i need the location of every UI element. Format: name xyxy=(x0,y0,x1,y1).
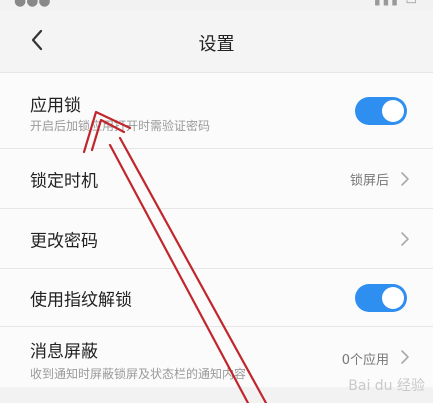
status-bar: ●●● ▮▮▮ ▭ xyxy=(0,0,433,10)
page-title: 设置 xyxy=(198,34,235,55)
setting-description: 收到通知时屏蔽锁屏及状态栏的通知内容 xyxy=(30,367,247,381)
watermark-logo: Bai du 经验 xyxy=(348,378,425,394)
setting-label: 消息屏蔽 xyxy=(30,342,98,362)
header: 设置 xyxy=(0,10,433,72)
chevron-right-icon xyxy=(401,231,409,246)
setting-value: 0个应用 xyxy=(341,353,389,368)
status-icons: ▮▮▮ ▭ xyxy=(374,0,419,7)
setting-value: 锁屏后 xyxy=(349,173,389,188)
setting-label: 更改密码 xyxy=(30,231,98,251)
settings-list: 应用锁 开启后加锁应用打开时需验证密码 锁定时机 锁屏后 更改密码 使用指纹解锁… xyxy=(0,72,433,387)
setting-row-lock-timing[interactable]: 锁定时机 锁屏后 xyxy=(0,148,433,208)
setting-description: 开启后加锁应用打开时需验证密码 xyxy=(30,119,211,133)
toggle-knob xyxy=(382,286,404,309)
fingerprint-unlock-toggle[interactable] xyxy=(355,283,407,312)
app-lock-toggle[interactable] xyxy=(355,97,407,125)
setting-label: 使用指纹解锁 xyxy=(30,290,132,310)
chevron-right-icon xyxy=(401,350,409,364)
setting-label: 应用锁 xyxy=(30,96,81,116)
status-time: ●●● xyxy=(14,0,51,9)
setting-row-app-lock[interactable]: 应用锁 开启后加锁应用打开时需验证密码 xyxy=(0,72,433,148)
toggle-knob xyxy=(382,100,404,122)
chevron-right-icon xyxy=(401,171,409,186)
setting-label: 锁定时机 xyxy=(30,171,98,191)
setting-row-fingerprint-unlock[interactable]: 使用指纹解锁 xyxy=(0,268,433,326)
setting-row-change-password[interactable]: 更改密码 xyxy=(0,208,433,268)
